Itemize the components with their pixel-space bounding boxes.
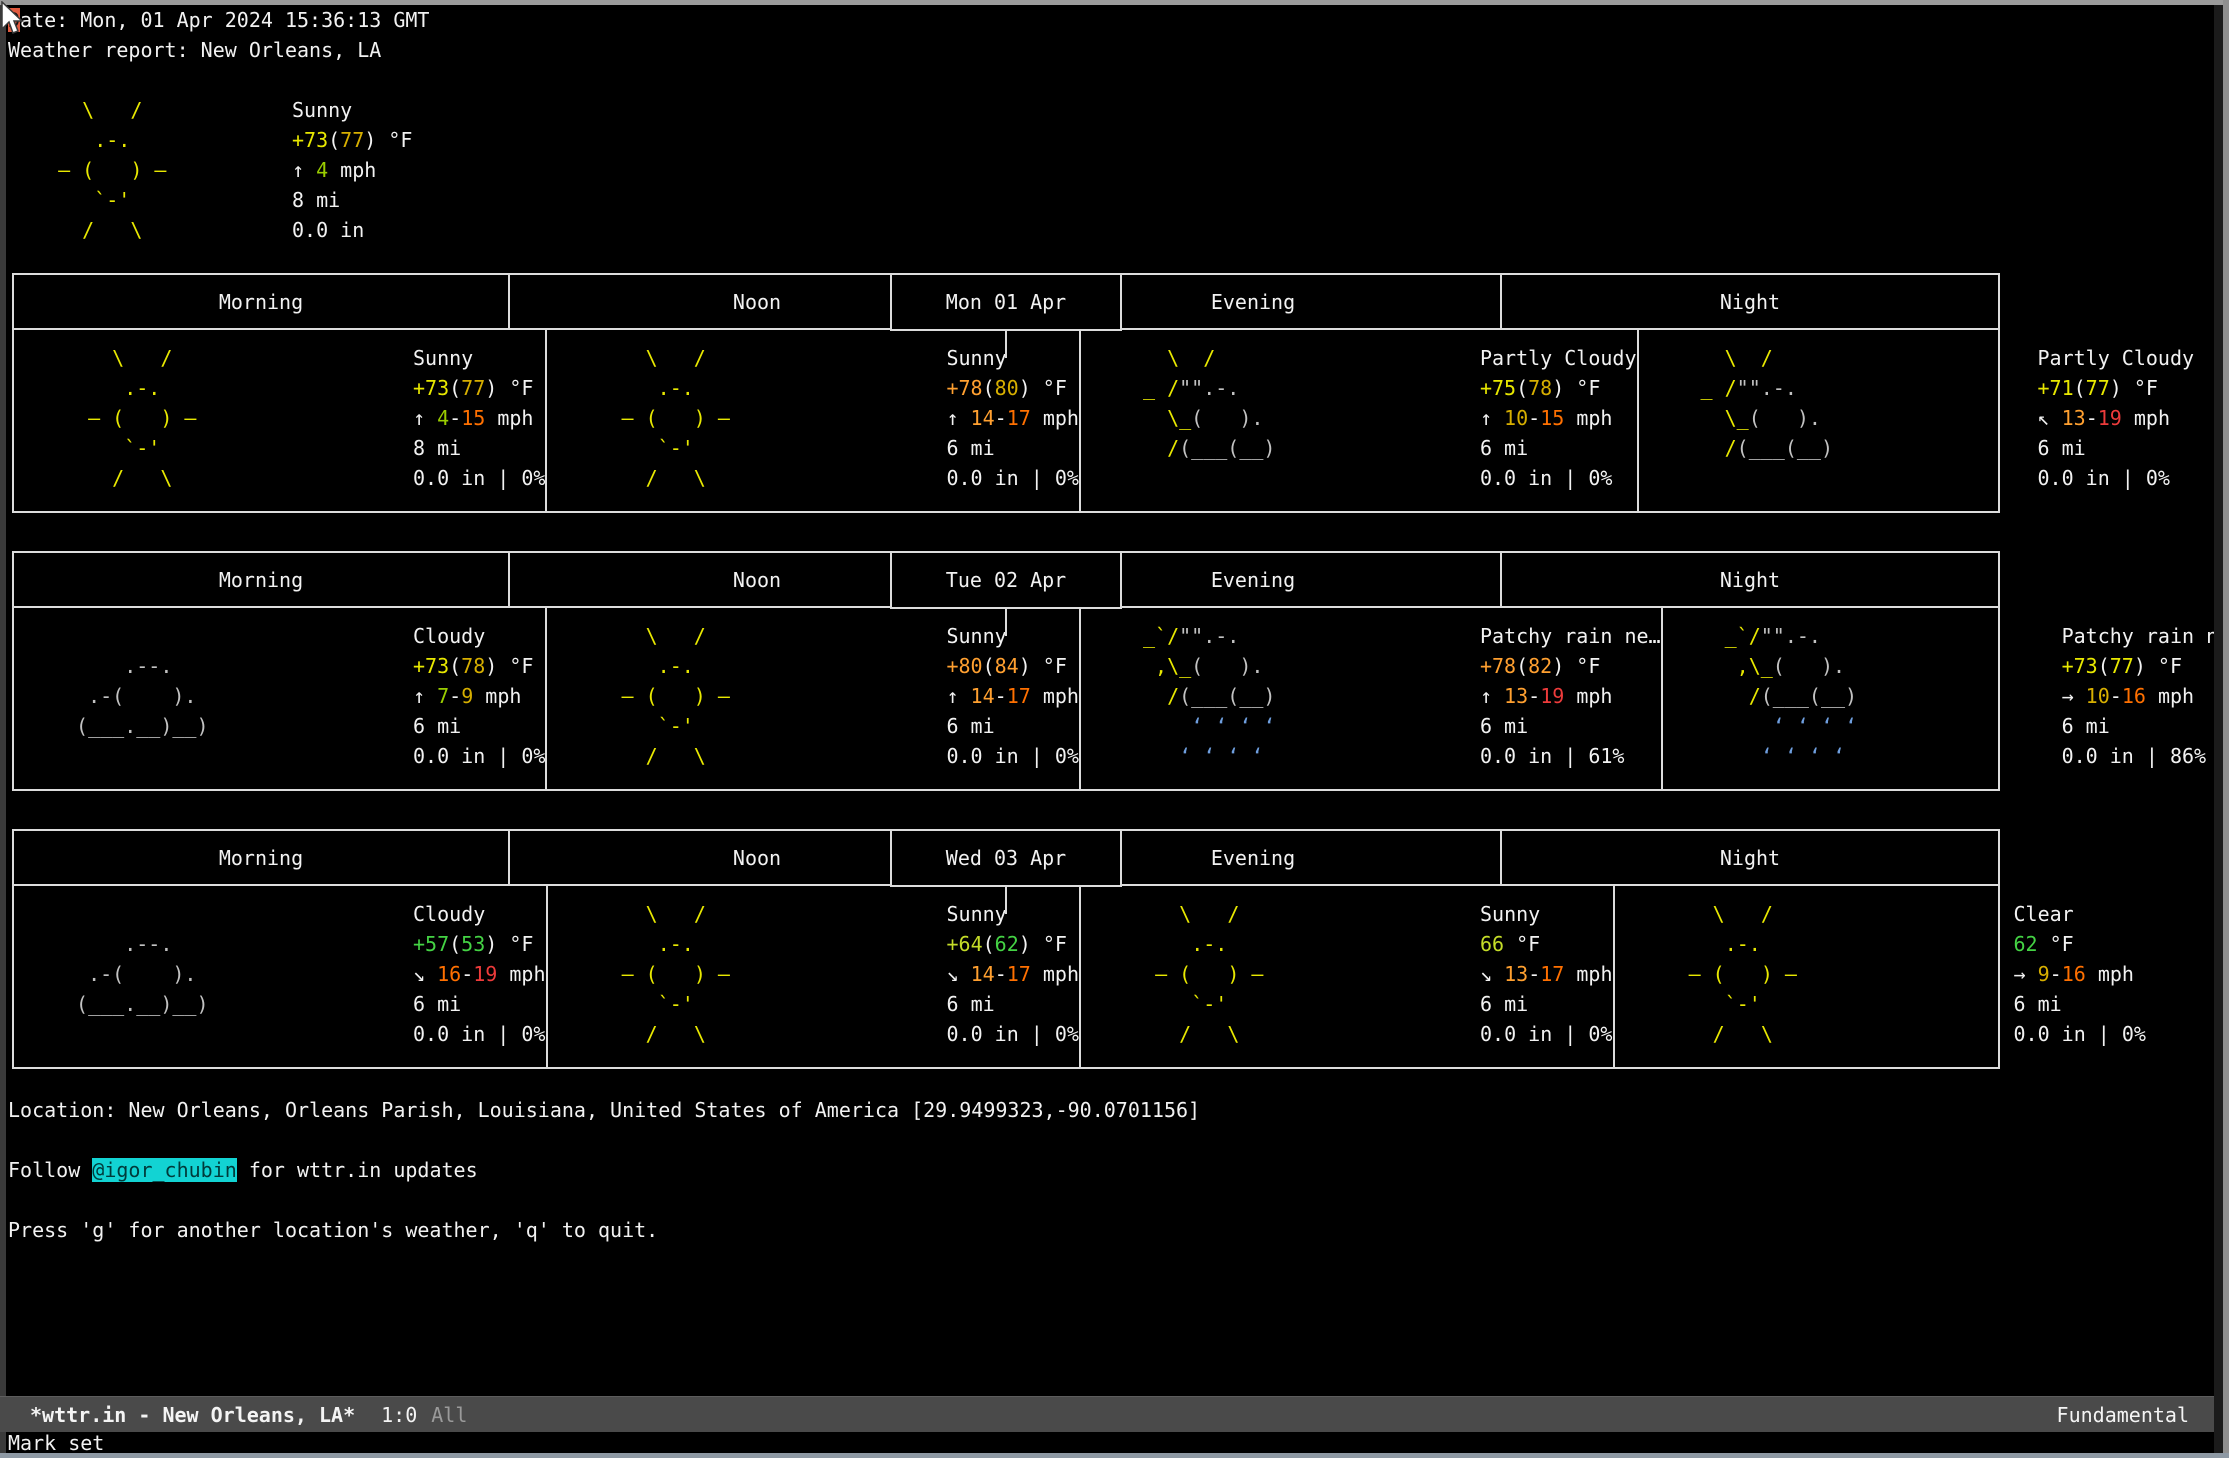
left-fringe bbox=[0, 5, 6, 1453]
day-date-box: Mon 01 Apr bbox=[890, 273, 1122, 331]
weather-icon-art: \ / _ /"".-. \_( ). /(___(__) bbox=[1639, 343, 2038, 493]
weather-icon-art: \ / .-. ― ( ) ― `-' / \ bbox=[548, 899, 947, 1049]
period-header: Morning bbox=[14, 831, 510, 884]
day-date-box: Tue 02 Apr bbox=[890, 551, 1122, 609]
current-conditions: \ / .-. ― ( ) ― `-' / \ Sunny+73(77) °F↑… bbox=[8, 95, 2208, 245]
press-keys-line: Press 'g' for another location's weather… bbox=[8, 1215, 2208, 1245]
day-section: Wed 03 AprMorningNoonEveningNight .--. .… bbox=[12, 829, 2000, 1069]
date-line: Date: Mon, 01 Apr 2024 15:36:13 GMT bbox=[8, 5, 2208, 35]
weather-cell: \ / .-. ― ( ) ― `-' / \Sunny+73(77) °F↑ … bbox=[14, 330, 547, 511]
weather-icon-art: \ / .-. ― ( ) ― `-' / \ bbox=[547, 621, 946, 771]
echo-area: Mark set bbox=[8, 1432, 2208, 1454]
weather-cell-info: Patchy rain ne…+78(82) °F↑ 13-19 mph6 mi… bbox=[1480, 621, 1661, 771]
weather-cell: \ / _ /"".-. \_( ). /(___(__)Partly Clou… bbox=[1081, 330, 1639, 511]
current-weather-icon: \ / .-. ― ( ) ― `-' / \ bbox=[8, 95, 292, 245]
day-section: Tue 02 AprMorningNoonEveningNight .--. .… bbox=[12, 551, 2000, 791]
day-date-box: Wed 03 Apr bbox=[890, 829, 1122, 887]
period-header: Morning bbox=[14, 553, 510, 606]
weather-cell-info: Sunny66 °F↘ 13-17 mph6 mi0.0 in | 0% bbox=[1480, 899, 1613, 1049]
forecast-days: Mon 01 AprMorningNoonEveningNight \ / .-… bbox=[8, 273, 2208, 1069]
weather-icon-art: .--. .-( ). (___.__)__) bbox=[14, 621, 413, 771]
period-header: Morning bbox=[14, 275, 510, 328]
period-header: Night bbox=[1502, 831, 1998, 884]
weather-cell: \ / .-. ― ( ) ― `-' / \Sunny66 °F↘ 13-17… bbox=[1081, 886, 1615, 1067]
date-line-text: ate: Mon, 01 Apr 2024 15:36:13 GMT bbox=[20, 8, 429, 32]
weather-icon-art: \ / .-. ― ( ) ― `-' / \ bbox=[1615, 899, 2014, 1049]
follow-handle-link[interactable]: @igor_chubin bbox=[92, 1158, 237, 1182]
weather-cell: _`/"".-. ,\_( ). /(___(__) ‘ ‘ ‘ ‘ ‘ ‘ ‘… bbox=[1081, 608, 1663, 789]
modeline-buffer-name: *wttr.in - New Orleans, LA* bbox=[30, 1400, 355, 1430]
weather-cell-info: Cloudy+73(78) °F↑ 7-9 mph6 mi0.0 in | 0% bbox=[413, 621, 545, 771]
weather-icon-art: \ / .-. ― ( ) ― `-' / \ bbox=[14, 343, 413, 493]
location-line: Location: New Orleans, Orleans Parish, L… bbox=[8, 1095, 2208, 1125]
weather-cell: .--. .-( ). (___.__)__)Cloudy+57(53) °F↘… bbox=[14, 886, 548, 1067]
window-border-right bbox=[2223, 0, 2229, 1458]
date-box-connector bbox=[1005, 609, 1007, 636]
follow-prefix: Follow bbox=[8, 1158, 92, 1182]
follow-suffix: for wttr.in updates bbox=[237, 1158, 478, 1182]
weather-report-line: Weather report: New Orleans, LA bbox=[8, 35, 2208, 65]
buffer-text-area[interactable]: Date: Mon, 01 Apr 2024 15:36:13 GMT Weat… bbox=[8, 5, 2208, 1392]
emacs-window: Date: Mon, 01 Apr 2024 15:36:13 GMT Weat… bbox=[0, 0, 2229, 1458]
weather-icon-art: \ / .-. ― ( ) ― `-' / \ bbox=[547, 343, 946, 493]
weather-cell-info: Cloudy+57(53) °F↘ 16-19 mph6 mi0.0 in | … bbox=[413, 899, 546, 1049]
weather-cell-info: Sunny+64(62) °F↘ 14-17 mph6 mi0.0 in | 0… bbox=[947, 899, 1080, 1049]
weather-icon-art: _`/"".-. ,\_( ). /(___(__) ‘ ‘ ‘ ‘ ‘ ‘ ‘… bbox=[1081, 621, 1480, 771]
weather-icon-art: \ / _ /"".-. \_( ). /(___(__) bbox=[1081, 343, 1480, 493]
period-header: Night bbox=[1502, 275, 1998, 328]
day-section: Mon 01 AprMorningNoonEveningNight \ / .-… bbox=[12, 273, 2000, 513]
period-header: Night bbox=[1502, 553, 1998, 606]
weather-icon-art: \ / .-. ― ( ) ― `-' / \ bbox=[1081, 899, 1480, 1049]
weather-cell-info: Sunny+78(80) °F↑ 14-17 mph6 mi0.0 in | 0… bbox=[946, 343, 1079, 493]
weather-cell-info: Partly Cloudy+71(77) °F↖ 13-19 mph6 mi0.… bbox=[2038, 343, 2195, 493]
weather-cell-info: Clear62 °F→ 9-16 mph6 mi0.0 in | 0% bbox=[2014, 899, 2146, 1049]
mode-line[interactable]: *wttr.in - New Orleans, LA* 1:0 All Fund… bbox=[0, 1396, 2229, 1432]
weather-cell-info: Partly Cloudy+75(78) °F↑ 10-15 mph6 mi0.… bbox=[1480, 343, 1637, 493]
weather-icon-art: .--. .-( ). (___.__)__) bbox=[14, 899, 413, 1049]
weather-cell-info: Sunny+80(84) °F↑ 14-17 mph6 mi0.0 in | 0… bbox=[946, 621, 1079, 771]
weather-cell: _`/"".-. ,\_( ). /(___(__) ‘ ‘ ‘ ‘ ‘ ‘ ‘… bbox=[1663, 608, 2229, 789]
date-box-connector bbox=[1005, 887, 1007, 914]
scrollbar[interactable] bbox=[2214, 5, 2223, 1453]
window-border-bottom bbox=[0, 1453, 2229, 1458]
day-date-label: Tue 02 Apr bbox=[946, 565, 1066, 595]
weather-icon-art: _`/"".-. ,\_( ). /(___(__) ‘ ‘ ‘ ‘ ‘ ‘ ‘… bbox=[1663, 621, 2062, 771]
weather-cell-info: Patchy rain ne…+73(77) °F→ 10-16 mph6 mi… bbox=[2062, 621, 2229, 771]
follow-line: Follow @igor_chubin for wttr.in updates bbox=[8, 1155, 2208, 1185]
current-weather-info: Sunny+73(77) °F↑ 4 mph8 mi0.0 in bbox=[292, 95, 412, 245]
modeline-position: 1:0 bbox=[381, 1400, 417, 1430]
weather-cell: \ / .-. ― ( ) ― `-' / \Clear62 °F→ 9-16 … bbox=[1615, 886, 2146, 1067]
weather-cell: \ / _ /"".-. \_( ). /(___(__)Partly Clou… bbox=[1639, 330, 2195, 511]
day-date-label: Mon 01 Apr bbox=[946, 287, 1066, 317]
day-date-label: Wed 03 Apr bbox=[946, 843, 1066, 873]
weather-cell: \ / .-. ― ( ) ― `-' / \Sunny+80(84) °F↑ … bbox=[547, 608, 1081, 789]
weather-cell: \ / .-. ― ( ) ― `-' / \Sunny+78(80) °F↑ … bbox=[547, 330, 1081, 511]
modeline-scroll-indicator: All bbox=[431, 1400, 467, 1430]
weather-cell: \ / .-. ― ( ) ― `-' / \Sunny+64(62) °F↘ … bbox=[548, 886, 1082, 1067]
modeline-major-mode: Fundamental bbox=[2057, 1400, 2189, 1430]
mouse-pointer-icon bbox=[1, 1, 27, 37]
weather-cell: .--. .-( ). (___.__)__)Cloudy+73(78) °F↑… bbox=[14, 608, 547, 789]
date-box-connector bbox=[1005, 331, 1007, 358]
weather-cell-info: Sunny+73(77) °F↑ 4-15 mph8 mi0.0 in | 0% bbox=[413, 343, 545, 493]
window-border-top bbox=[0, 0, 2229, 5]
